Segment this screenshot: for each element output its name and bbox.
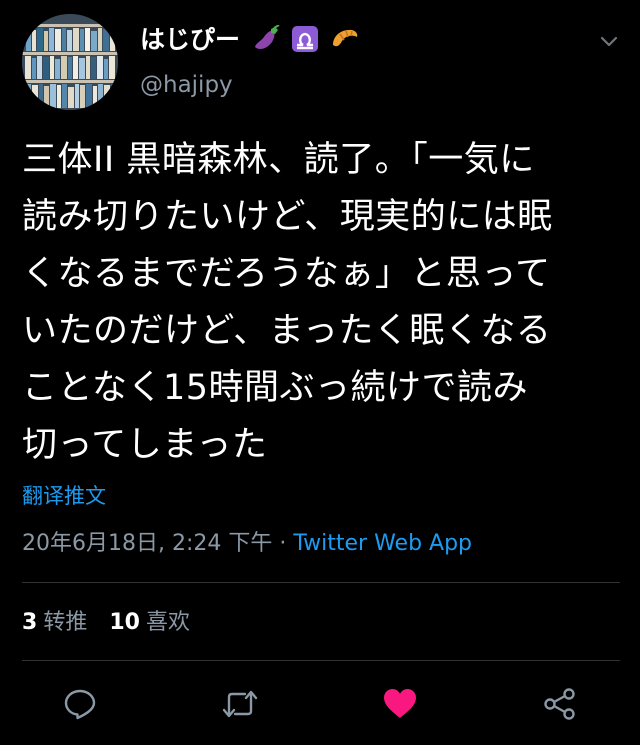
tweet-text: 三体II 黒暗森林、読了。「一気に 読み切りたいけど、現実的には眠 くなるまでだ… bbox=[22, 132, 622, 474]
reply-icon bbox=[64, 689, 96, 720]
timestamp[interactable]: 20年6月18日, 2:24 下午 bbox=[22, 531, 272, 556]
reply-button[interactable] bbox=[58, 682, 102, 726]
retweet-icon bbox=[222, 690, 258, 718]
retweets-label: 转推 bbox=[43, 610, 88, 635]
tweet-text-line: くなるまでだろうなぁ」と思って bbox=[22, 254, 551, 294]
tweet-text-line: 読み切りたいけど、現実的には眠 bbox=[22, 197, 553, 237]
retweet-button[interactable] bbox=[218, 682, 262, 726]
divider bbox=[22, 660, 620, 661]
share-button[interactable] bbox=[538, 682, 582, 726]
likes-count: 10 bbox=[109, 610, 140, 635]
display-name[interactable]: はじぴー bbox=[140, 24, 360, 61]
tweet-text-line: 切ってしまった bbox=[22, 425, 268, 465]
meta-separator: · bbox=[272, 531, 294, 556]
user-handle[interactable]: @hajipy bbox=[140, 70, 233, 100]
display-name-text: はじぴー bbox=[140, 25, 241, 54]
source-link[interactable]: Twitter Web App bbox=[293, 531, 472, 556]
tweet-text-line: ことなく15時間ぶっ続けで読み bbox=[22, 368, 528, 408]
retweets-count: 3 bbox=[22, 610, 38, 635]
tweet-meta: 20年6月18日, 2:24 下午 · Twitter Web App bbox=[22, 528, 472, 560]
avatar[interactable] bbox=[22, 14, 118, 110]
divider bbox=[22, 582, 620, 583]
tweet-text-line: 三体II 黒暗森林、読了。「一気に bbox=[22, 140, 535, 180]
tweet-text-line: いたのだけど、まったく眠くなる bbox=[22, 311, 552, 351]
like-icon bbox=[384, 689, 416, 718]
tweet-stats: 3 转推 10 喜欢 bbox=[22, 606, 190, 640]
croissant-icon bbox=[330, 25, 360, 61]
libra-icon bbox=[291, 25, 319, 61]
retweets-stat[interactable]: 3 转推 bbox=[22, 610, 87, 635]
translate-tweet-link[interactable]: 翻译推文 bbox=[22, 481, 106, 511]
action-bar bbox=[0, 682, 640, 726]
like-button[interactable] bbox=[378, 682, 422, 726]
chevron-down-icon[interactable] bbox=[598, 30, 620, 52]
likes-label: 喜欢 bbox=[145, 610, 190, 635]
bookshelf-photo bbox=[22, 14, 118, 110]
eggplant-icon bbox=[251, 24, 281, 61]
share-icon bbox=[544, 688, 575, 720]
likes-stat[interactable]: 10 喜欢 bbox=[109, 610, 190, 635]
